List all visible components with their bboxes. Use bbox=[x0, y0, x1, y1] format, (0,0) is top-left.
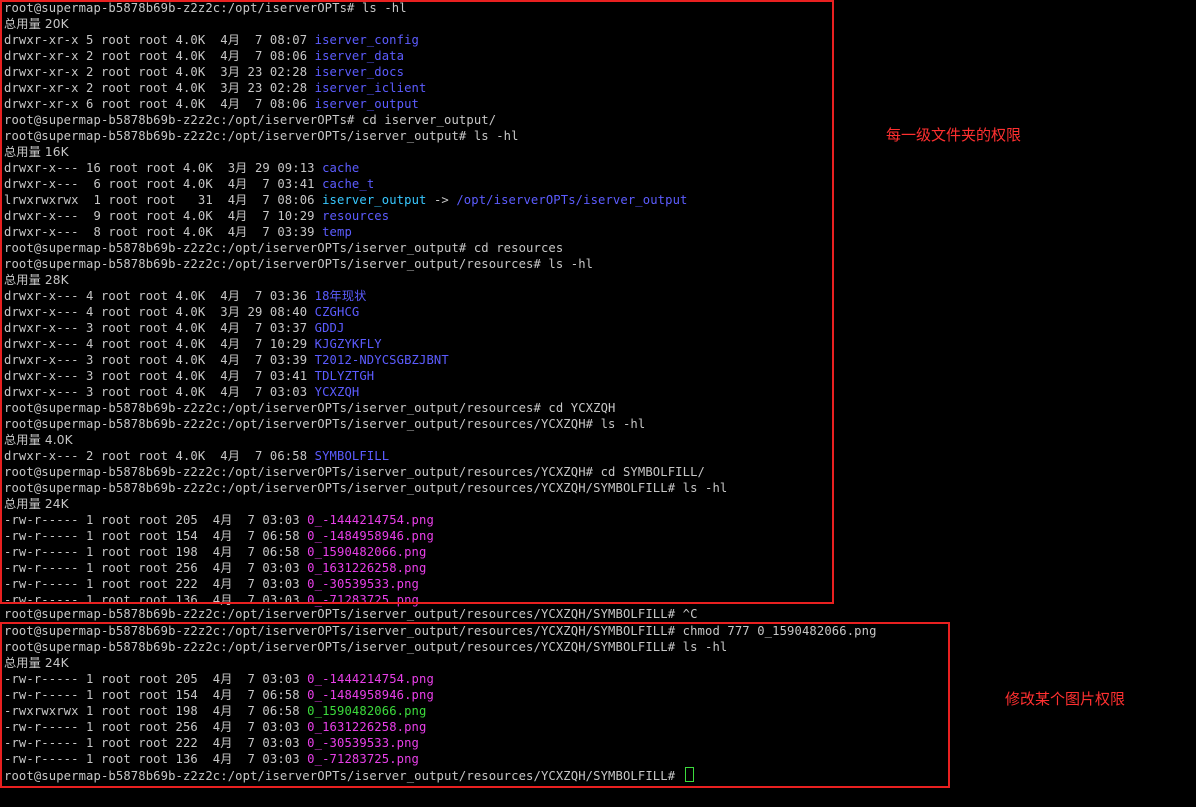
terminal-text: root@supermap-b5878b69b-z2z2c:/opt/iserv… bbox=[4, 607, 698, 621]
folder-permissions-highlight-box bbox=[0, 0, 834, 604]
image-permission-highlight-box bbox=[0, 622, 950, 788]
folder-permissions-annotation: 每一级文件夹的权限 bbox=[886, 126, 1022, 144]
image-permission-annotation: 修改某个图片权限 bbox=[1005, 690, 1126, 708]
terminal-line: root@supermap-b5878b69b-z2z2c:/opt/iserv… bbox=[4, 606, 698, 622]
